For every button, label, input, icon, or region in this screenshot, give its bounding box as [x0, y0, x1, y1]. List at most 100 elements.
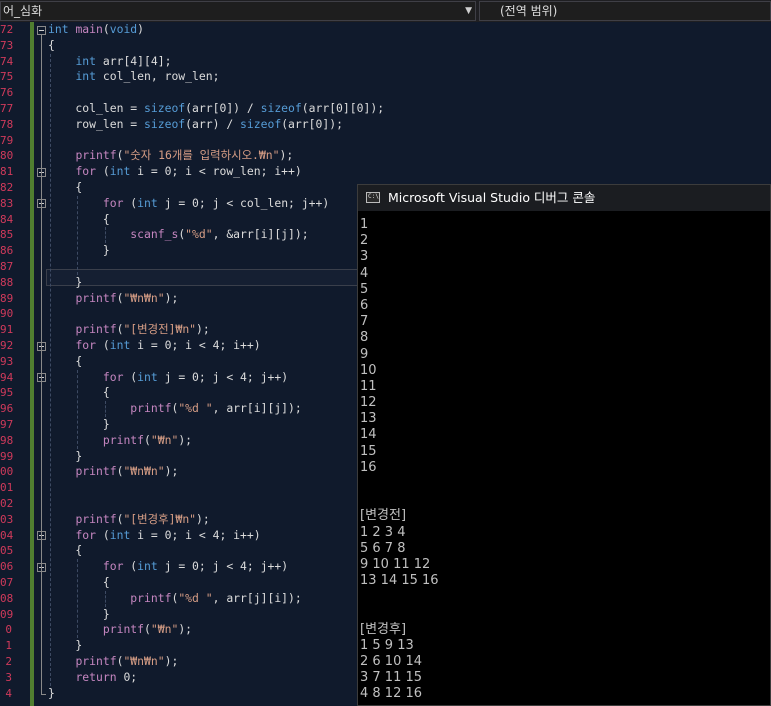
code-token: j = 0; j < 4; j++) [157, 369, 289, 384]
code-token: , arr[j][i]); [212, 590, 302, 605]
code-token: "₩n₩n" [123, 654, 165, 668]
code-line: { [48, 180, 82, 196]
line-number: 90 [0, 307, 14, 321]
change-tracking-bar [30, 22, 34, 706]
code-token: printf [102, 432, 145, 447]
line-number: 96 [0, 402, 14, 416]
code-token: } [48, 448, 83, 463]
code-token: j = 0; j < col_len; j++) [157, 195, 330, 210]
console-output-line: [변경전] [360, 508, 407, 524]
line-number: 3 [5, 670, 12, 684]
line-number: 84 [0, 212, 14, 226]
code-token: for [75, 164, 97, 179]
collapse-icon[interactable] [37, 25, 46, 35]
code-token: arr[4][4]; [96, 53, 172, 68]
code-token: int [137, 195, 158, 210]
code-line: printf("₩n"); [48, 622, 192, 638]
code-token: 0; [116, 669, 138, 684]
code-token: int [109, 338, 131, 352]
code-token: printf [130, 590, 172, 605]
code-token: row_len = [48, 116, 145, 131]
code-token: for [102, 559, 124, 574]
code-token: int [75, 53, 97, 68]
code-line: } [48, 449, 82, 465]
code-token: for [102, 369, 124, 384]
line-number: 4 [5, 686, 12, 700]
code-token: return [75, 669, 117, 684]
code-token: } [48, 638, 83, 653]
console-output-line: [변경후] [360, 621, 407, 637]
code-token: { [48, 575, 110, 589]
navigation-bar: 어_심화 ▼ (전역 범위) [0, 0, 771, 22]
member-dropdown[interactable]: (전역 범위) [479, 1, 771, 21]
code-line: int arr[4][4]; [48, 54, 171, 70]
console-output-line: 5 6 7 8 [360, 540, 406, 556]
code-token: ); [164, 290, 179, 305]
code-token: i = 0; i < 4; i++) [130, 338, 261, 352]
code-token: "₩n₩n" [123, 290, 165, 305]
console-output-line: 5 [360, 281, 369, 297]
line-number: 74 [0, 54, 14, 68]
code-token: (arr[0][0]); [301, 101, 385, 115]
line-number: 72 [0, 23, 14, 36]
code-token: col_len, row_len; [96, 69, 220, 84]
code-token: void [109, 22, 138, 36]
code-line: for (int i = 0; i < 4; i++) [48, 527, 260, 544]
code-line: col_len = sizeof(arr[0]) / sizeof(arr[0]… [48, 101, 384, 117]
line-number: 04 [0, 528, 14, 542]
code-token: ); [196, 511, 210, 526]
line-number: 89 [0, 291, 14, 305]
code-line: for (int i = 0; i < 4; i++) [48, 338, 261, 354]
code-token: { [48, 211, 110, 226]
code-line: int main(void) [48, 22, 144, 38]
code-token: ( [144, 622, 151, 637]
console-output-line: 3 7 11 15 [360, 670, 423, 686]
code-line: for (int j = 0; j < col_len; j++) [48, 196, 329, 212]
code-token: j = 0; j < 4; j++) [157, 559, 289, 574]
line-number: 78 [0, 117, 14, 131]
line-number: 75 [0, 70, 14, 84]
code-token: "₩n" [150, 622, 179, 637]
code-line: } [48, 638, 82, 654]
dropdown-arrow-icon[interactable]: ▼ [465, 2, 472, 20]
code-line: return 0; [48, 670, 137, 686]
console-app-icon [366, 192, 380, 203]
code-token: int [109, 527, 131, 542]
debug-console-window[interactable]: Microsoft Visual Studio 디버그 콘솔 123456789… [357, 184, 771, 706]
line-number: 05 [0, 544, 14, 558]
line-number: 00 [0, 465, 14, 479]
scope-dropdown-label: 어_심화 [3, 4, 43, 18]
code-token: for [75, 527, 97, 542]
console-output-line: 10 [360, 362, 377, 378]
console-title-bar[interactable]: Microsoft Visual Studio 디버그 콘솔 [358, 185, 770, 211]
member-dropdown-label: (전역 범위) [500, 4, 558, 18]
code-token: "[변경전]₩n" [123, 322, 197, 337]
scope-dropdown[interactable]: 어_심화 ▼ [0, 1, 476, 21]
code-line: printf("₩n₩n"); [48, 464, 178, 480]
line-number: 1 [5, 639, 12, 653]
code-token: } [48, 243, 110, 258]
line-number: 95 [0, 386, 14, 400]
code-line: { [48, 212, 110, 228]
code-token: int [75, 69, 97, 84]
line-number: 81 [0, 165, 14, 179]
code-token: printf [75, 148, 117, 163]
code-token: ( [96, 338, 110, 352]
code-token: ( [123, 559, 138, 574]
code-token: "₩n" [150, 432, 179, 447]
line-number: 92 [0, 339, 14, 352]
code-token: } [48, 606, 110, 621]
code-line: { [48, 354, 82, 370]
